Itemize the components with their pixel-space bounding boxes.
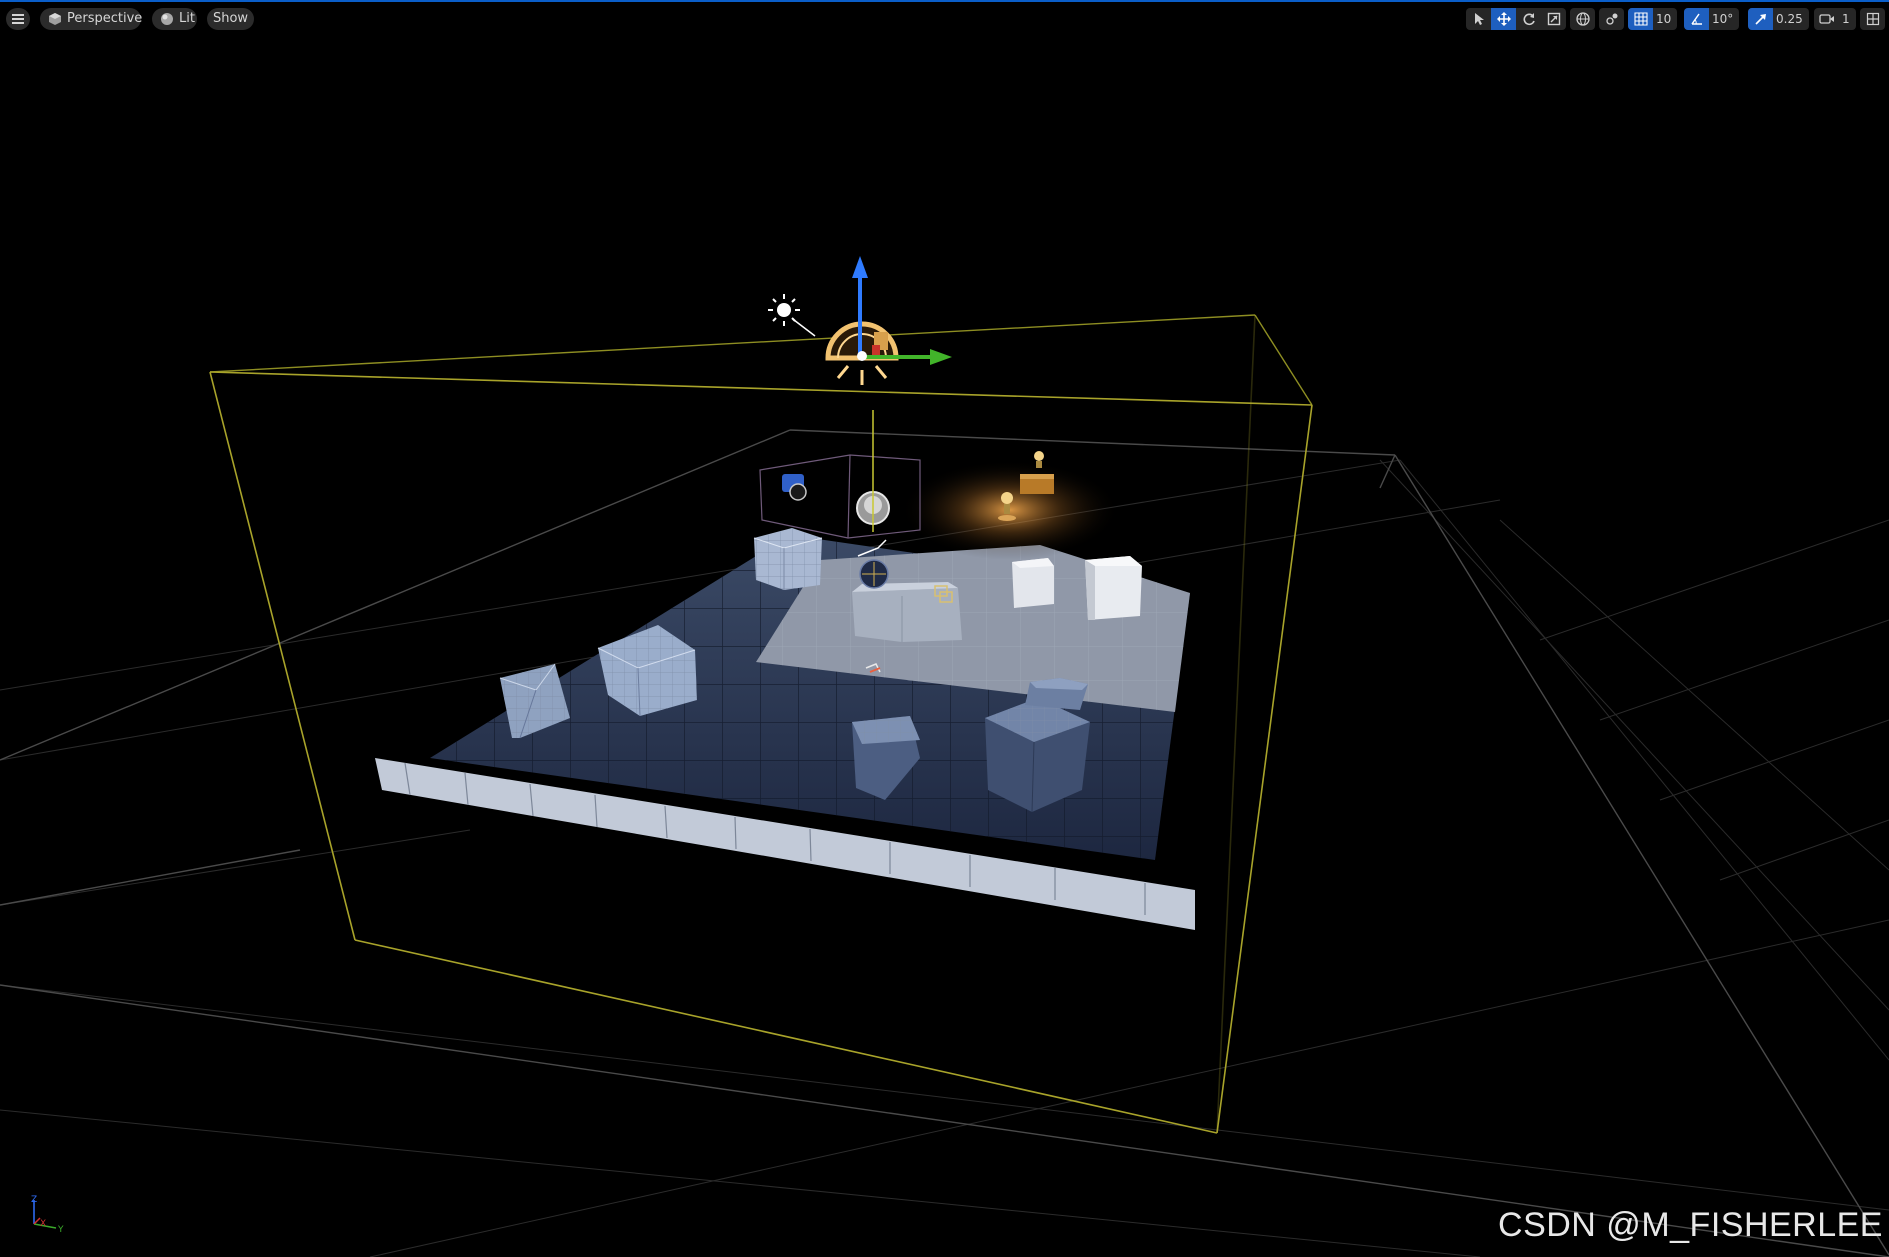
viewport-layout-button[interactable] <box>1860 8 1885 30</box>
view-mode-label: Perspective <box>67 11 143 26</box>
grid-icon <box>1633 12 1648 26</box>
cube-back-left <box>753 528 823 590</box>
axis-indicator: Z X Y <box>31 1195 64 1234</box>
show-label: Show <box>212 11 249 26</box>
axis-x-label: X <box>40 1219 46 1229</box>
rotate-icon <box>1523 13 1535 26</box>
scale-tool-button[interactable] <box>1541 8 1566 30</box>
move-icon <box>1496 12 1511 26</box>
angle-icon <box>1690 13 1702 25</box>
sphere-icon <box>161 13 173 25</box>
viewport-layout-icon <box>1866 12 1879 26</box>
viewport-menu-button[interactable] <box>6 8 30 30</box>
rotate-tool-button[interactable] <box>1516 8 1541 30</box>
coordinate-space-button[interactable] <box>1570 8 1595 30</box>
directional-light-sun-icon <box>768 294 816 337</box>
cube-center-pair <box>852 582 962 642</box>
rotation-snap-value: 10° <box>1712 12 1734 26</box>
scale-snap-control[interactable]: 0.25 <box>1748 8 1809 30</box>
transform-tools <box>1466 8 1566 30</box>
select-tool-button[interactable] <box>1466 8 1491 30</box>
axis-z-label: Z <box>31 1195 37 1205</box>
selection-box-back <box>209 314 1313 406</box>
grid-snap-value: 10 <box>1656 12 1672 26</box>
hamburger-icon <box>12 14 24 24</box>
volume-box <box>759 454 921 539</box>
surface-snap-button[interactable] <box>1599 8 1624 30</box>
camera-speed-value: 1 <box>1842 12 1850 26</box>
gizmo-z-arrowhead <box>852 256 868 278</box>
grid-snap-control[interactable]: 10 <box>1628 8 1678 30</box>
cube-tilted-right <box>1025 678 1088 710</box>
scale-snap-icon <box>1754 14 1766 25</box>
view-mode-button[interactable]: Perspective <box>40 8 143 30</box>
camera-speed-control[interactable]: 1 <box>1814 8 1856 30</box>
watermark-text: CSDN @M_FISHERLEE <box>1498 1206 1883 1244</box>
scale-icon <box>1547 12 1560 26</box>
gizmo-pivot <box>857 351 867 361</box>
cursor-icon <box>1474 13 1484 25</box>
surface-snap-icon <box>1605 13 1617 25</box>
translate-tool-button[interactable] <box>1491 8 1516 30</box>
camera-actor-icon <box>782 474 807 501</box>
lighting-mode-label: Lit <box>179 11 195 26</box>
show-button[interactable]: Show <box>207 8 254 30</box>
rotation-snap-control[interactable]: 10° <box>1684 8 1740 30</box>
viewport-canvas[interactable] <box>0 0 1889 1257</box>
lighting-mode-button[interactable]: Lit <box>152 8 197 30</box>
axis-y-label: Y <box>57 1225 64 1234</box>
cube-white-mid <box>1012 558 1054 608</box>
camera-icon <box>1818 14 1834 24</box>
cube-white-right <box>1085 556 1142 620</box>
globe-icon <box>1575 12 1590 26</box>
cube-icon <box>49 13 61 25</box>
gizmo-y-arrowhead <box>930 349 952 365</box>
scale-snap-value: 0.25 <box>1776 12 1803 26</box>
